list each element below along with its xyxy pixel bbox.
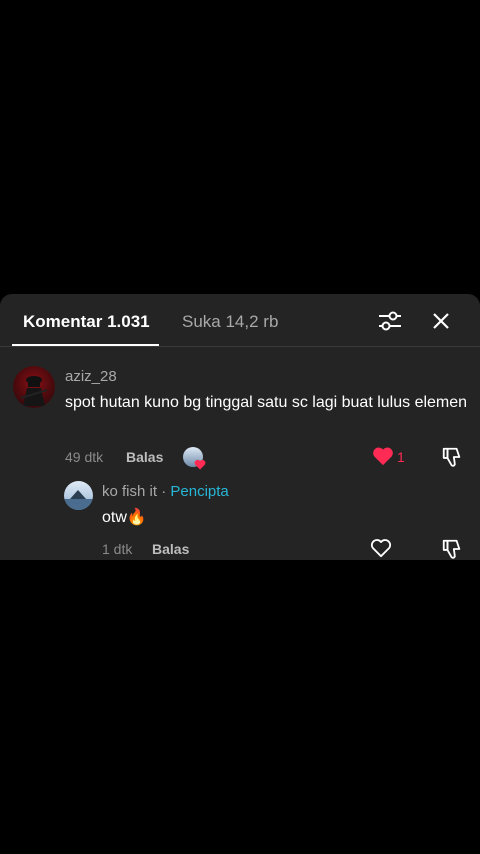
tab-comments[interactable]: Komentar 1.031 xyxy=(23,312,150,332)
reply-button[interactable]: Balas xyxy=(126,449,163,465)
reply-text-body: otw xyxy=(102,509,127,526)
fire-emoji: 🔥 xyxy=(126,509,147,526)
reply-username[interactable]: ko fish it xyxy=(102,483,157,500)
reply-username-line: ko fish it · Pencipta xyxy=(102,483,229,500)
creator-badge: Pencipta xyxy=(170,483,229,500)
heart-icon[interactable] xyxy=(372,446,394,471)
tab-bar: Komentar 1.031 Suka 14,2 rb xyxy=(0,294,480,347)
like-count: 1 xyxy=(397,449,405,465)
dislike-icon[interactable] xyxy=(441,538,463,560)
filter-icon[interactable] xyxy=(377,308,403,334)
close-icon[interactable] xyxy=(428,308,454,334)
separator: · xyxy=(157,483,171,500)
comment-time: 49 dtk xyxy=(65,449,104,465)
heart-icon[interactable] xyxy=(370,538,392,560)
heart-icon xyxy=(194,457,206,475)
reply-text: otw🔥 xyxy=(102,506,147,530)
comment-text: spot hutan kuno bg tinggal satu sc lagi … xyxy=(65,394,468,411)
reply-button[interactable]: Balas xyxy=(152,541,189,557)
dislike-icon[interactable] xyxy=(441,446,463,473)
avatar[interactable] xyxy=(13,366,55,408)
comments-sheet: Komentar 1.031 Suka 14,2 rb aziz_28 spot… xyxy=(0,294,480,560)
reply-time: 1 dtk xyxy=(102,541,133,557)
tab-active-indicator xyxy=(12,344,159,346)
comment-username[interactable]: aziz_28 xyxy=(65,368,117,385)
avatar[interactable] xyxy=(64,481,93,510)
tab-likes[interactable]: Suka 14,2 rb xyxy=(182,312,278,332)
